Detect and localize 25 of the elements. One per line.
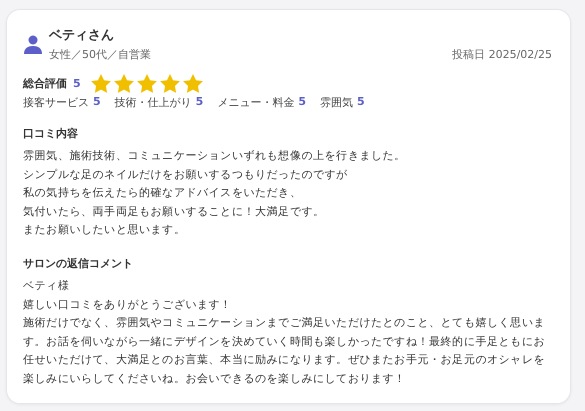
reply-text: 施術だけでなく、雰囲気やコミュニケーションまでご満足いただけたとのこと、とても嬉しく思います。お話を伺いながら一緒にデザインを決めていく時間も楽しかったですね！最終的に手足ともにお任せいただけて、大満足とのお言葉、本当に励みになります。ぜひまたお手元・お足元のオシャレを楽しみにいらしてくださいね。お会いできるのを楽しみにしております！ bbox=[23, 315, 546, 387]
star-icon bbox=[182, 74, 203, 93]
rating-item: 雰囲気 5 bbox=[320, 95, 365, 110]
review-text: 私の気持ちを伝えたら的確なアドバイスをいただき、 bbox=[23, 185, 302, 202]
star-icon bbox=[114, 74, 134, 93]
section-heading: サロンの返信コメント bbox=[23, 256, 134, 271]
rating-item: メニュー・料金 5 bbox=[217, 95, 306, 110]
rating-item: 技術・仕上がり 5 bbox=[114, 95, 204, 110]
review-text: 気付いたら、両手両足もお願いすることに！大満足です。 bbox=[23, 204, 326, 220]
post-date: 投稿日 2025/02/25 bbox=[452, 47, 552, 62]
section-heading: 口コミ内容 bbox=[23, 126, 79, 141]
reply-text: ベティ様 bbox=[23, 278, 70, 294]
overall-score: 5 bbox=[73, 77, 81, 90]
review-text: またお願いしたいと思います。 bbox=[23, 222, 186, 238]
reviewer-profile: 女性／50代／自営業 bbox=[49, 47, 151, 62]
star-icon bbox=[90, 74, 111, 93]
review-text: シンプルな足のネイルだけをお願いするつもりだったのですが bbox=[23, 166, 349, 183]
overall-label: 総合評価 bbox=[23, 76, 67, 91]
star-icon bbox=[136, 74, 157, 93]
review-text: 雰囲気、施術技術、コミュニケーションいずれも想像の上を行きました。 bbox=[23, 148, 407, 164]
star-icon bbox=[160, 74, 180, 93]
reply-text: 嬉しい口コミをありがとうございます！ bbox=[23, 296, 233, 313]
rating-item: 接客サービス 5 bbox=[23, 95, 101, 110]
reviewer-name: ベティさん bbox=[49, 27, 115, 44]
person-icon bbox=[23, 34, 43, 54]
